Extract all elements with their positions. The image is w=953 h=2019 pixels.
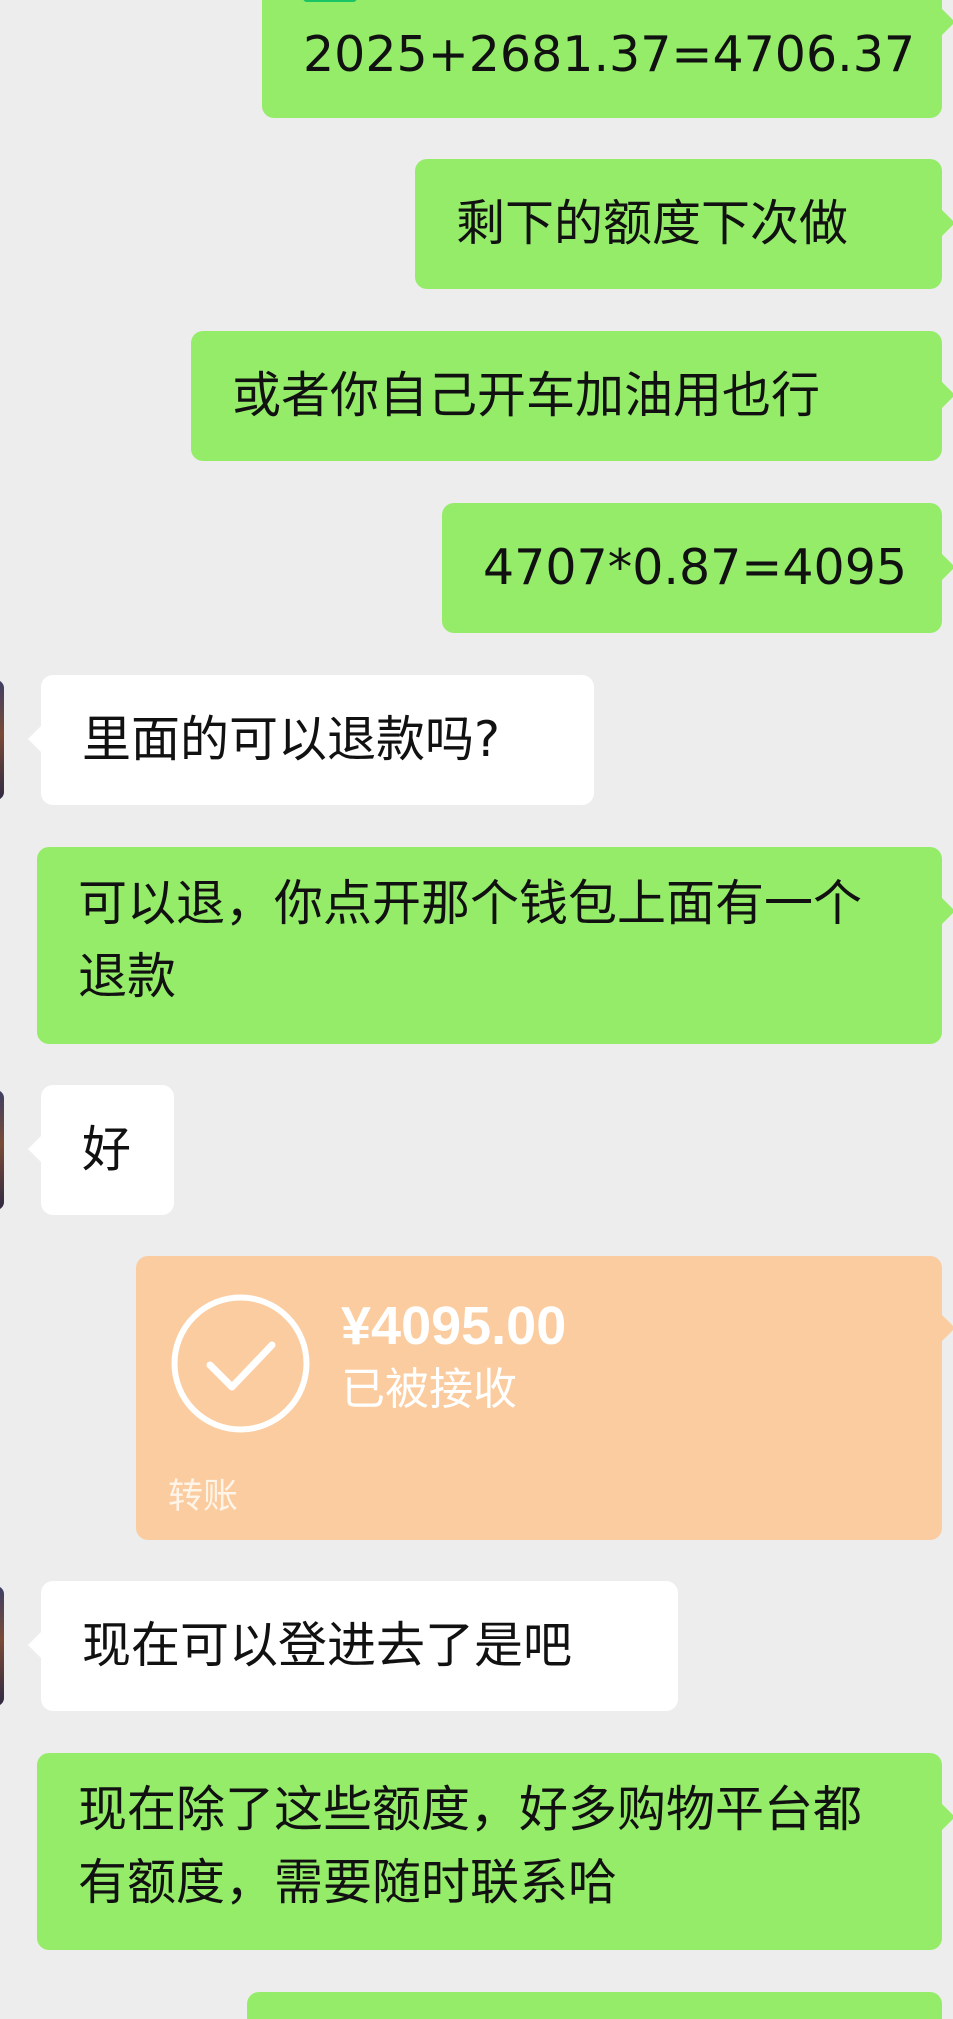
incoming-message[interactable]: 好 <box>28 1085 174 1215</box>
outgoing-message[interactable]: 2025+2681.37=4706.37 <box>262 0 953 118</box>
message-text: 剩下的额度下次做 <box>456 195 849 252</box>
message-text-line: 2025+2681.37=4706.37 <box>303 26 916 83</box>
outgoing-message-partial[interactable] <box>247 1992 942 2019</box>
message-text: 可以退，你点开那个钱包上面有一个退款 <box>78 875 863 1005</box>
outgoing-message[interactable]: 可以退，你点开那个钱包上面有一个退款 <box>37 847 953 1044</box>
incoming-message[interactable]: 里面的可以退款吗? <box>28 675 594 805</box>
message-text: 里面的可以退款吗? <box>82 711 501 768</box>
message-text: 现在可以登进去了是吧 <box>82 1617 573 1674</box>
outgoing-message[interactable]: 4707*0.87=4095 <box>442 503 953 633</box>
contact-avatar[interactable] <box>0 680 4 800</box>
contact-avatar[interactable] <box>0 1090 4 1210</box>
incoming-message[interactable]: 现在可以登进去了是吧 <box>28 1581 678 1711</box>
message-text-partial <box>303 0 902 18</box>
circle-check-icon <box>171 1294 310 1433</box>
transfer-label: 转账 <box>168 1477 239 1517</box>
outgoing-message[interactable]: 或者你自己开车加油用也行 <box>191 331 953 461</box>
transfer-status: 已被接收 <box>341 1364 517 1415</box>
message-text: 好 <box>82 1121 132 1178</box>
contact-avatar[interactable] <box>0 1586 4 1706</box>
message-text: 4707*0.87=4095 <box>483 539 908 596</box>
transfer-amount: ¥4095.00 <box>341 1296 567 1356</box>
transfer-card[interactable]: ¥4095.00 已被接收 转账 <box>136 1256 953 1540</box>
outgoing-message[interactable]: 现在除了这些额度，好多购物平台都有额度，需要随时联系哈 <box>37 1753 953 1950</box>
message-text: 或者你自己开车加油用也行 <box>232 367 821 424</box>
outgoing-message[interactable]: 剩下的额度下次做 <box>415 159 953 289</box>
chat-message-list[interactable]: 2025+2681.37=4706.37 剩下的额度下次做 或者你自己开车加油用… <box>0 0 953 2019</box>
message-text: 现在除了这些额度，好多购物平台都有额度，需要随时联系哈 <box>78 1781 863 1911</box>
check-mark-icon <box>303 0 357 2</box>
